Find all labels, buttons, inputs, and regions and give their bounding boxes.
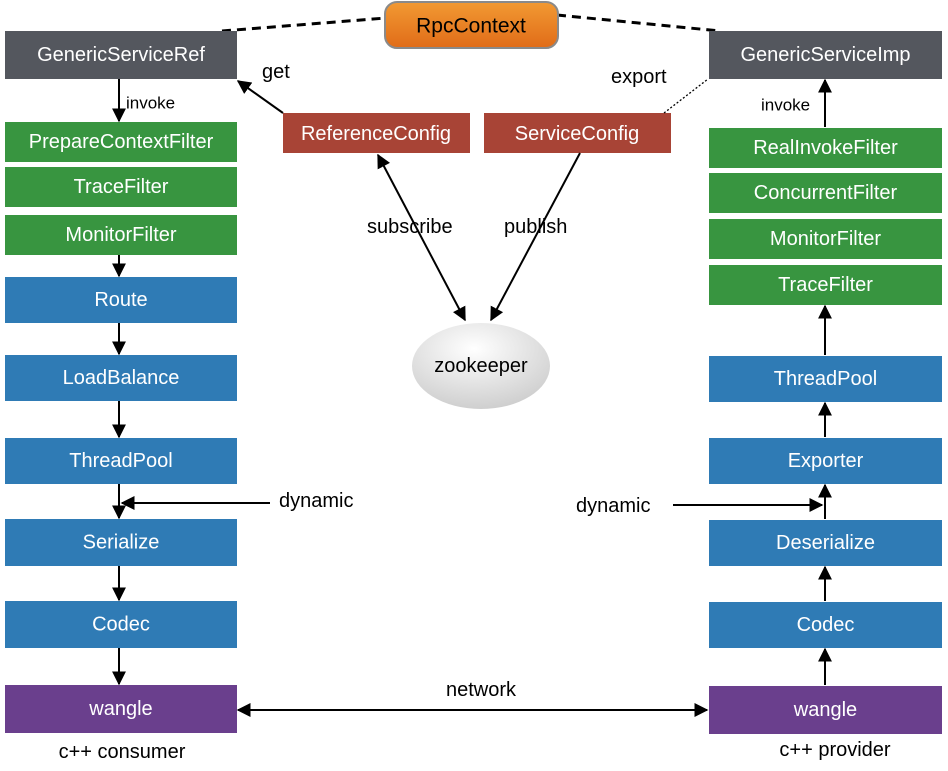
consumer-transport-node[interactable]: wangle (5, 685, 237, 733)
consumer-filters-2-label: MonitorFilter (65, 224, 176, 246)
consumer-service-label: GenericServiceRef (37, 44, 205, 66)
provider-core-3-label: Codec (797, 614, 855, 636)
provider-core-2-node[interactable]: Deserialize (709, 520, 942, 566)
consumer-filters-1-label: TraceFilter (74, 176, 169, 198)
consumer-core-4-label: Codec (92, 614, 150, 636)
consumer-core-2-label: ThreadPool (69, 450, 172, 472)
provider-core-2-label: Deserialize (776, 532, 875, 554)
provider-filters-0-label: RealInvokeFilter (753, 137, 898, 159)
zookeeper-label: zookeeper (434, 355, 528, 377)
network-label: network (446, 679, 517, 701)
consumer-service-node[interactable]: GenericServiceRef (5, 31, 237, 79)
provider-core-0-label: ThreadPool (774, 368, 877, 390)
consumer-core-3-node[interactable]: Serialize (5, 519, 237, 566)
service-config-label: ServiceConfig (515, 123, 640, 145)
get-label: get (262, 61, 290, 83)
context-link-consumer (221, 16, 387, 33)
provider-transport-node[interactable]: wangle (709, 686, 942, 734)
consumer-core-2-node[interactable]: ThreadPool (5, 438, 237, 484)
provider-filters-3-node[interactable]: TraceFilter (709, 265, 942, 305)
subscribe-label: subscribe (367, 216, 453, 238)
consumer-core-3-label: Serialize (83, 532, 160, 554)
rpc-context-label: RpcContext (416, 15, 526, 38)
provider-core-1-node[interactable]: Exporter (709, 438, 942, 484)
provider-filters-1-label: ConcurrentFilter (754, 182, 898, 204)
zookeeper-node[interactable]: zookeeper (412, 323, 550, 409)
consumer-core-1-node[interactable]: LoadBalance (5, 355, 237, 401)
consumer-invoke-label: invoke (126, 94, 175, 113)
provider-filters-3-label: TraceFilter (778, 274, 873, 296)
provider-filters-2-node[interactable]: MonitorFilter (709, 219, 942, 259)
provider-core-1-label: Exporter (788, 450, 864, 472)
rpc-context-node[interactable]: RpcContext (384, 1, 559, 49)
publish-label: publish (504, 216, 567, 238)
consumer-filters-0-node[interactable]: PrepareContextFilter (5, 122, 237, 162)
provider-filters-2-label: MonitorFilter (770, 228, 881, 250)
provider-transport-label: wangle (793, 699, 857, 721)
get-arrow (236, 80, 284, 114)
consumer-filters-2-node[interactable]: MonitorFilter (5, 215, 237, 255)
consumer-core-0-node[interactable]: Route (5, 277, 237, 323)
export-label: export (611, 66, 667, 88)
provider-caption: c++ provider (779, 739, 891, 761)
rpc-architecture-diagram: RpcContext GenericServiceRef PrepareConte… (5, 1, 942, 763)
consumer-filters-1-node[interactable]: TraceFilter (5, 167, 237, 207)
provider-service-node[interactable]: GenericServiceImp (709, 31, 942, 79)
provider-service-label: GenericServiceImp (740, 44, 910, 66)
provider-core-0-node[interactable]: ThreadPool (709, 356, 942, 402)
reference-config-label: ReferenceConfig (301, 123, 451, 145)
consumer-caption: c++ consumer (59, 741, 186, 763)
consumer-filters-0-label: PrepareContextFilter (29, 131, 214, 153)
reference-config-node[interactable]: ReferenceConfig (283, 113, 470, 153)
provider-filters-0-node[interactable]: RealInvokeFilter (709, 128, 942, 168)
export-link (663, 78, 709, 114)
service-config-node[interactable]: ServiceConfig (484, 113, 671, 153)
consumer-transport-label: wangle (88, 698, 152, 720)
provider-filters-1-node[interactable]: ConcurrentFilter (709, 173, 942, 213)
consumer-core-4-node[interactable]: Codec (5, 601, 237, 648)
provider-dynamic-label: dynamic (576, 495, 650, 517)
provider-core-3-node[interactable]: Codec (709, 602, 942, 648)
context-link-provider (556, 13, 721, 33)
consumer-core-0-label: Route (94, 289, 147, 311)
consumer-dynamic-label: dynamic (279, 490, 353, 512)
provider-invoke-label: invoke (761, 96, 810, 115)
consumer-core-1-label: LoadBalance (63, 367, 180, 389)
